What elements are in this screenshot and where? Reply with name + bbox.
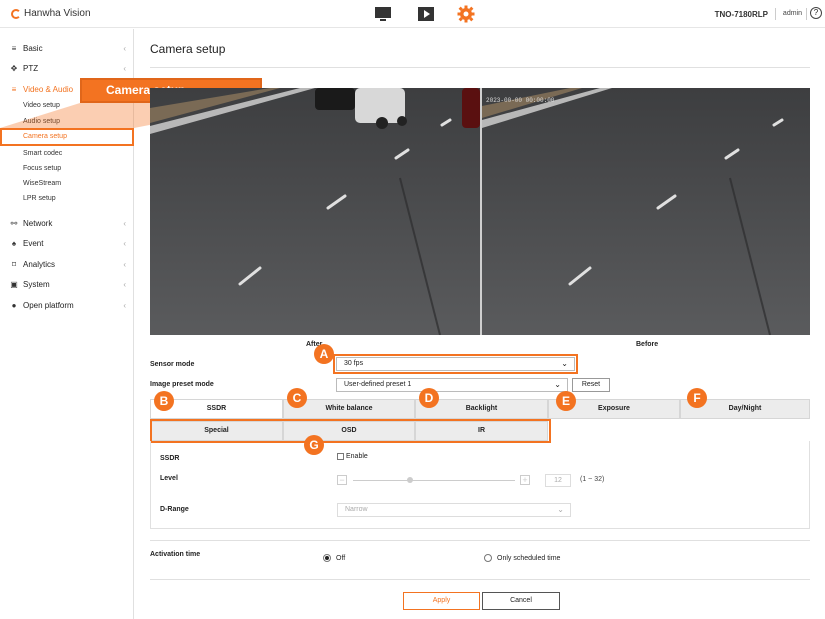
activation-scheduled-option[interactable]: Only scheduled time [484, 554, 560, 562]
level-value-input[interactable]: 12 [545, 474, 571, 487]
annotation-badge-c: C [287, 388, 307, 408]
chevron-left-icon: ‹ [123, 259, 126, 269]
sidebar: ≡ Basic ‹ ✥ PTZ ‹ ≡ Video & Audio Video … [0, 29, 134, 619]
sidebar-item-system[interactable]: ▣ System ‹ [10, 277, 128, 291]
sidebar-item-event[interactable]: ♠ Event ‹ [10, 236, 128, 250]
chevron-left-icon: ‹ [123, 43, 126, 53]
play-icon[interactable] [417, 5, 435, 23]
sidebar-item-label: Analytics [23, 259, 56, 269]
level-slider[interactable] [353, 480, 515, 481]
move-icon: ✥ [10, 63, 18, 73]
ssdr-enable-checkbox[interactable] [337, 453, 344, 460]
sidebar-item-label: System [23, 279, 50, 289]
sidebar-item-label: Event [23, 238, 44, 248]
sidebar-item-label: Open platform [23, 300, 74, 310]
help-icon[interactable]: ? [810, 7, 822, 19]
sidebar-item-analytics[interactable]: ⌑ Analytics ‹ [10, 257, 128, 271]
image-preset-select[interactable]: User-defined preset 1 ⌄ [336, 378, 568, 392]
divider [150, 540, 810, 541]
annotation-badge-f: F [687, 388, 707, 408]
level-range-hint: (1 ~ 32) [580, 476, 605, 483]
apply-button[interactable]: Apply [403, 592, 480, 610]
level-label: Level [160, 475, 178, 482]
sidebar-item-label: Basic [23, 43, 43, 53]
level-decrease-button[interactable]: − [337, 475, 347, 485]
sidebar-subitem-lpr-setup[interactable]: LPR setup [23, 195, 56, 202]
divider [775, 8, 776, 20]
platform-icon: ● [11, 300, 17, 310]
bell-icon: ♠ [11, 238, 17, 248]
ssdr-enable-option[interactable]: Enable [337, 453, 368, 460]
image-preset-label: Image preset mode [150, 381, 214, 388]
d-range-select[interactable]: Narrow ⌄ [337, 503, 571, 517]
divider [150, 67, 810, 68]
user-name[interactable]: admin [783, 10, 802, 17]
gear-icon[interactable] [457, 5, 475, 23]
top-bar: Hanwha Vision TNO-7180RLP admin ? [0, 0, 825, 28]
brand-name: Hanwha Vision [24, 8, 91, 19]
hanwha-logo-icon [11, 8, 21, 19]
d-range-label: D-Range [160, 506, 189, 513]
activation-off-label: Off [336, 554, 346, 562]
sensor-mode-label: Sensor mode [150, 361, 195, 368]
list-icon: ≡ [11, 84, 17, 94]
activation-off-option[interactable]: Off [323, 554, 345, 562]
sidebar-item-basic[interactable]: ≡ Basic ‹ [10, 41, 128, 55]
sidebar-subitem-focus-setup[interactable]: Focus setup [23, 165, 61, 172]
level-increase-button[interactable]: + [520, 475, 530, 485]
sidebar-item-ptz[interactable]: ✥ PTZ ‹ [10, 61, 128, 75]
divider [806, 8, 807, 20]
annotation-badge-b: B [154, 391, 174, 411]
annotation-badge-g: G [304, 435, 324, 455]
chevron-left-icon: ‹ [123, 63, 126, 73]
ssdr-label: SSDR [160, 455, 180, 462]
camera-setup-highlight [0, 128, 134, 146]
chevron-down-icon: ⌄ [557, 505, 564, 514]
sidebar-item-label: Video & Audio [23, 84, 74, 94]
list-icon: ≡ [11, 43, 17, 53]
sidebar-item-open-platform[interactable]: ● Open platform ‹ [10, 298, 128, 312]
reset-button[interactable]: Reset [572, 378, 610, 392]
d-range-value: Narrow [345, 506, 368, 513]
sidebar-subitem-smart-codec[interactable]: Smart codec [23, 150, 62, 157]
sidebar-subitem-video-setup[interactable]: Video setup [23, 102, 60, 109]
system-icon: ▣ [10, 279, 18, 289]
activation-off-radio[interactable] [323, 554, 331, 562]
chevron-left-icon: ‹ [123, 218, 126, 228]
ssdr-enable-label: Enable [346, 453, 368, 460]
chevron-left-icon: ‹ [123, 238, 126, 248]
image-preset-value: User-defined preset 1 [344, 381, 412, 388]
chevron-left-icon: ‹ [123, 300, 126, 310]
monitor-icon[interactable] [374, 5, 392, 23]
annotation-badge-d: D [419, 388, 439, 408]
activation-scheduled-radio[interactable] [484, 554, 492, 562]
sidebar-item-network[interactable]: ⚯ Network ‹ [10, 216, 128, 230]
tabs-row2-highlight [150, 419, 551, 443]
network-icon: ⚯ [10, 218, 18, 228]
annotation-badge-e: E [556, 391, 576, 411]
sidebar-item-label: PTZ [23, 63, 39, 73]
chevron-down-icon: ⌄ [554, 380, 561, 389]
split-divider[interactable] [480, 88, 482, 335]
chevron-left-icon: ‹ [123, 279, 126, 289]
device-model: TNO-7180RLP [714, 10, 768, 19]
sidebar-item-label: Network [23, 218, 53, 228]
page-title: Camera setup [150, 42, 226, 56]
video-timestamp-overlay: 2023-00-00 00:00:00 [486, 97, 555, 104]
brand-logo[interactable]: Hanwha Vision [11, 8, 91, 19]
sidebar-subitem-wisestream[interactable]: WiseStream [23, 180, 61, 187]
activation-scheduled-label: Only scheduled time [497, 554, 561, 562]
sidebar-subitem-audio-setup[interactable]: Audio setup [23, 118, 60, 125]
activation-time-label: Activation time [150, 551, 201, 558]
level-slider-thumb[interactable] [406, 477, 413, 483]
frame-icon: ⌑ [11, 259, 17, 269]
annotation-badge-a: A [314, 344, 334, 364]
sensor-mode-highlight [333, 354, 578, 374]
divider [150, 579, 810, 580]
before-label: Before [636, 341, 659, 348]
cancel-button[interactable]: Cancel [482, 592, 560, 610]
